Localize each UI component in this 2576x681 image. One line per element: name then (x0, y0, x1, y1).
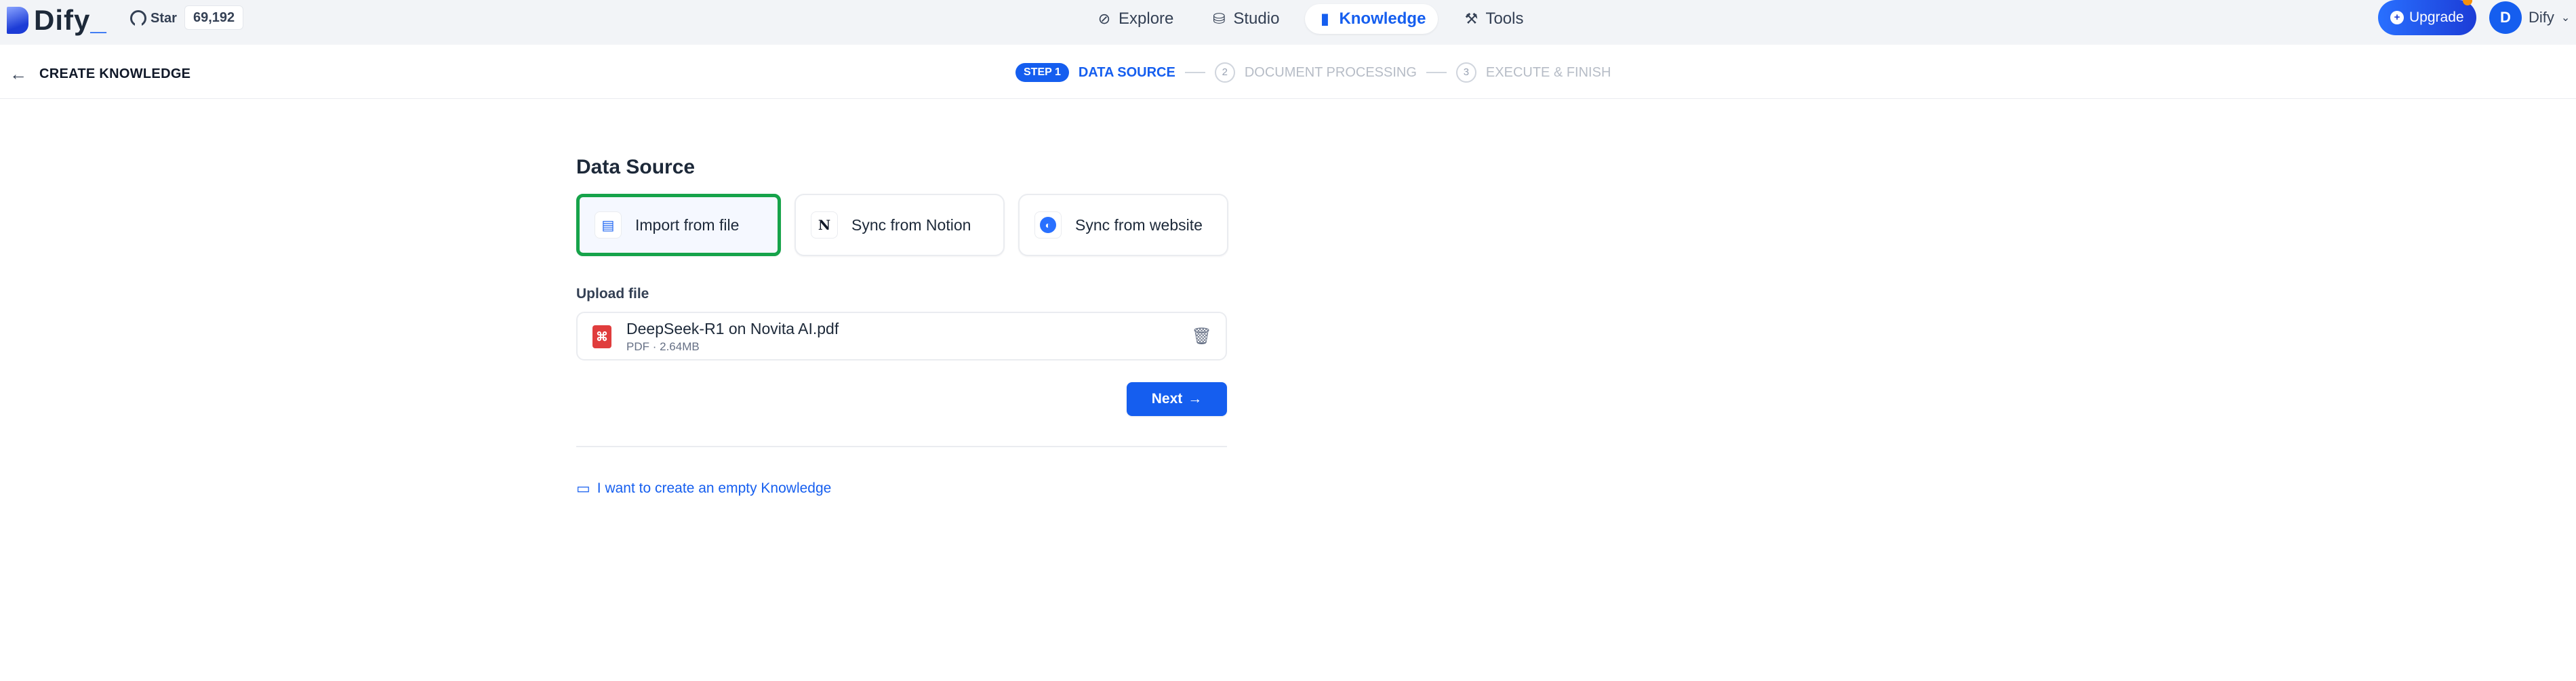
github-star-label: Star (150, 10, 177, 26)
file-icon: ▤ (595, 211, 622, 239)
notification-dot (2462, 0, 2472, 5)
source-sync-from-notion[interactable]: N Sync from Notion (794, 194, 1005, 256)
account-menu[interactable]: D Dify ⌄ (2489, 1, 2570, 34)
github-star-count[interactable]: 69,192 (184, 5, 244, 30)
source-notion-label: Sync from Notion (851, 215, 971, 234)
file-meta: PDF · 2.64MB (626, 340, 700, 353)
step-indicator: STEP 1 DATA SOURCE 2 DOCUMENT PROCESSING… (1015, 62, 1611, 83)
compass-icon: ⊘ (1098, 10, 1111, 27)
next-button[interactable]: Next → (1127, 382, 1227, 416)
source-website-label: Sync from website (1075, 215, 1203, 234)
globe-icon: ◐ (1034, 211, 1062, 239)
github-star-button[interactable]: Star (130, 7, 177, 30)
file-name: DeepSeek-R1 on Novita AI.pdf (626, 320, 839, 337)
nav-explore-label: Explore (1119, 9, 1174, 28)
step-3-label: EXECUTE & FINISH (1485, 64, 1611, 80)
step-2-label: DOCUMENT PROCESSING (1244, 64, 1417, 80)
data-source-options: ▤ Import from file N Sync from Notion ◐ … (576, 194, 1228, 256)
upgrade-button[interactable]: + Upgrade (2378, 0, 2476, 35)
step-separator (1426, 72, 1447, 73)
dify-logo-mark (7, 7, 28, 34)
trash-icon[interactable]: 🗑 (1192, 327, 1212, 346)
step-3-number: 3 (1455, 62, 1476, 83)
next-label: Next (1151, 391, 1183, 407)
nav-explore[interactable]: ⊘ Explore (1085, 4, 1186, 34)
source-import-label: Import from file (635, 215, 740, 234)
github-icon (130, 10, 146, 26)
folder-icon: ▭ (576, 480, 590, 497)
avatar: D (2489, 1, 2522, 34)
uploaded-file-item[interactable]: ⌘ DeepSeek-R1 on Novita AI.pdf PDF · 2.6… (576, 312, 1227, 360)
data-source-title: Data Source (576, 156, 696, 178)
chevron-down-icon: ⌄ (2560, 12, 2571, 24)
data-source-panel: Data Source ▤ Import from file N Sync fr… (576, 156, 1228, 497)
dify-logo[interactable]: Dify_ (7, 4, 107, 37)
upgrade-icon: + (2390, 11, 2404, 24)
pdf-icon: ⌘ (592, 325, 611, 348)
main-nav: ⊘ Explore ⛁ Studio ▮ Knowledge ⚒ Tools (1085, 4, 1535, 34)
nav-tools-label: Tools (1485, 9, 1524, 28)
step-1-pill: STEP 1 (1015, 63, 1069, 82)
step-1-label: DATA SOURCE (1078, 64, 1175, 80)
nav-knowledge[interactable]: ▮ Knowledge (1305, 4, 1438, 34)
notion-icon: N (811, 211, 838, 239)
account-name: Dify (2529, 9, 2554, 26)
create-empty-knowledge-label: I want to create an empty Knowledge (597, 480, 832, 496)
step-separator (1184, 72, 1205, 73)
book-icon: ▮ (1321, 10, 1329, 27)
nav-tools[interactable]: ⚒ Tools (1451, 4, 1535, 34)
hammer-icon: ⚒ (1464, 10, 1478, 27)
nav-studio[interactable]: ⛁ Studio (1199, 4, 1291, 34)
nav-studio-label: Studio (1233, 9, 1280, 28)
file-size: 2.64MB (660, 340, 700, 353)
dify-logo-text: Dify_ (34, 4, 107, 36)
page-title: CREATE KNOWLEDGE (39, 66, 191, 81)
divider (576, 446, 1227, 447)
source-sync-from-website[interactable]: ◐ Sync from website (1018, 194, 1228, 256)
top-navigation-bar: Dify_ Star 69,192 ⊘ Explore ⛁ Studio ▮ K… (0, 0, 2576, 45)
back-button[interactable]: ← CREATE KNOWLEDGE (9, 64, 190, 85)
upload-file-title: Upload file (576, 286, 649, 302)
upgrade-label: Upgrade (2409, 9, 2464, 25)
arrow-left-icon: ← (9, 64, 27, 84)
robot-icon: ⛁ (1213, 10, 1226, 27)
source-import-from-file[interactable]: ▤ Import from file (576, 194, 781, 256)
create-knowledge-header: ← CREATE KNOWLEDGE STEP 1 DATA SOURCE 2 … (0, 45, 2576, 99)
nav-knowledge-label: Knowledge (1339, 9, 1426, 28)
step-2-number: 2 (1214, 62, 1235, 83)
create-empty-knowledge-link[interactable]: ▭ I want to create an empty Knowledge (576, 480, 831, 497)
file-type: PDF (626, 340, 649, 353)
arrow-right-icon: → (1188, 391, 1203, 407)
